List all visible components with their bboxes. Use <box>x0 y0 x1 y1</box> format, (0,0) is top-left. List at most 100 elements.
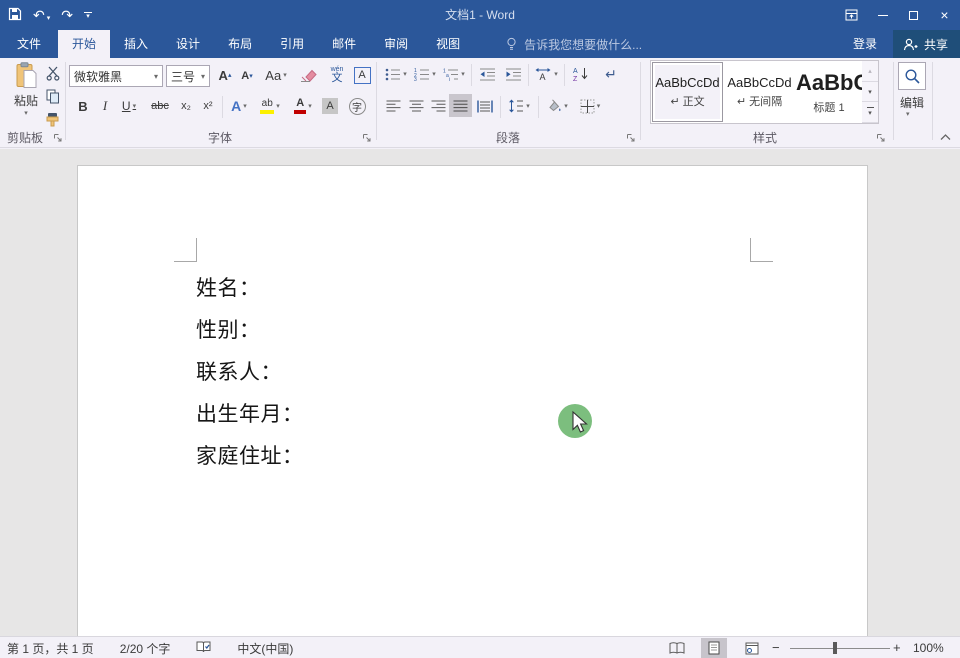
eraser-icon <box>300 68 317 83</box>
style-normal[interactable]: AaBbCcDd ↵ 正文 <box>652 62 723 122</box>
italic-button[interactable]: I <box>98 97 112 115</box>
cut-button[interactable] <box>44 64 62 82</box>
align-right-button[interactable] <box>428 96 448 116</box>
doc-line-name: 姓名： <box>196 272 261 302</box>
share-button[interactable]: 共享 <box>893 30 960 58</box>
numbering-button[interactable]: 123 <box>412 65 438 83</box>
tab-references[interactable]: 引用 <box>266 30 318 58</box>
sign-in-button[interactable]: 登录 <box>853 30 877 58</box>
copy-button[interactable] <box>44 87 62 105</box>
down-arrow-icon: ▾ <box>249 72 253 80</box>
read-mode-button[interactable] <box>664 638 690 658</box>
strikethrough-button[interactable]: abc <box>148 97 172 115</box>
tell-me-box[interactable]: 告诉我您想要做什么... <box>506 30 642 58</box>
ribbon-display-options-button[interactable] <box>836 0 867 30</box>
character-scaling-icon: A <box>534 67 552 81</box>
increase-indent-button[interactable] <box>502 65 524 83</box>
show-hide-marks-button[interactable]: ↵ <box>600 64 622 84</box>
proofing-status[interactable] <box>196 640 211 656</box>
editing-dropdown-arrow[interactable]: ▾ <box>906 110 910 118</box>
borders-icon <box>580 99 595 114</box>
text-effects-button[interactable]: A <box>227 97 251 115</box>
sort-icon: AZ <box>573 66 589 82</box>
font-name-combo[interactable]: 微软雅黑▾ <box>69 65 163 87</box>
character-border-button[interactable]: A <box>352 65 372 85</box>
tab-view[interactable]: 视图 <box>422 30 474 58</box>
document-page[interactable]: 姓名： 性别： 联系人： 出生年月： 家庭住址： <box>77 165 868 636</box>
styles-dialog-launcher[interactable] <box>876 132 888 144</box>
editing-group-label[interactable]: 编辑 <box>890 94 934 111</box>
shrink-font-button[interactable]: A▾ <box>238 67 256 85</box>
page-number-status[interactable]: 第 1 页，共 1 页 <box>7 640 94 657</box>
tab-file[interactable]: 文件 <box>0 30 58 58</box>
find-button[interactable] <box>898 62 926 90</box>
font-size-combo[interactable]: 三号▾ <box>166 65 210 87</box>
zoom-in-button[interactable]: + <box>893 637 901 658</box>
bullets-button[interactable] <box>383 65 409 83</box>
zoom-slider-track[interactable] <box>790 648 890 649</box>
language-status[interactable]: 中文(中国) <box>237 640 293 657</box>
style-no-spacing[interactable]: AaBbCcDd ↵ 无间隔 <box>725 62 794 122</box>
minimize-icon <box>878 15 888 16</box>
line-spacing-button[interactable] <box>505 96 533 116</box>
shading-button[interactable] <box>543 96 571 116</box>
mouse-cursor <box>567 408 589 437</box>
font-color-button[interactable]: A <box>290 96 316 116</box>
svg-text:A: A <box>573 68 578 75</box>
decrease-indent-button[interactable] <box>476 65 498 83</box>
print-layout-button[interactable] <box>701 638 727 658</box>
underline-button[interactable]: U <box>116 97 142 115</box>
borders-button[interactable] <box>576 96 604 116</box>
share-person-icon <box>903 38 918 51</box>
close-button[interactable]: × <box>929 0 960 30</box>
align-left-button[interactable] <box>383 96 403 116</box>
tab-insert[interactable]: 插入 <box>110 30 162 58</box>
phonetic-guide-button[interactable]: wén 文 <box>326 62 348 88</box>
tab-design[interactable]: 设计 <box>162 30 214 58</box>
tab-layout[interactable]: 布局 <box>214 30 266 58</box>
align-center-button[interactable] <box>406 96 426 116</box>
tab-review[interactable]: 审阅 <box>370 30 422 58</box>
multilevel-list-button[interactable]: 1ai <box>441 65 467 83</box>
web-layout-button[interactable] <box>739 638 765 658</box>
paragraph-dialog-launcher[interactable] <box>626 132 638 144</box>
window-controls: × <box>836 0 960 30</box>
document-area: 姓名： 性别： 联系人： 出生年月： 家庭住址： <box>0 149 960 636</box>
zoom-slider-thumb[interactable] <box>833 642 837 654</box>
font-group-label: 字体 <box>70 130 370 146</box>
clipboard-dialog-launcher[interactable] <box>53 132 65 144</box>
minimize-button[interactable] <box>867 0 898 30</box>
style-heading-1[interactable]: AaBbCcDd 标题 1 <box>796 62 862 122</box>
character-scaling-button[interactable]: A <box>532 65 560 83</box>
styles-scroll-down-button[interactable]: ▾ <box>862 82 878 103</box>
zoom-out-button[interactable]: − <box>772 637 780 658</box>
paint-bucket-icon <box>546 99 562 113</box>
margin-mark-right <box>750 238 751 262</box>
character-shading-button[interactable]: A <box>320 97 340 115</box>
enclose-characters-button[interactable]: 字 <box>346 97 368 115</box>
zoom-level[interactable]: 100% <box>913 637 944 658</box>
superscript-button[interactable]: x² <box>198 97 218 115</box>
paste-button[interactable]: 粘贴 ▾ <box>8 62 44 128</box>
tab-mailings[interactable]: 邮件 <box>318 30 370 58</box>
distribute-button[interactable] <box>474 96 496 116</box>
bold-button[interactable]: B <box>74 97 92 115</box>
format-painter-button[interactable] <box>44 110 62 128</box>
change-case-button[interactable]: Aa <box>262 65 290 85</box>
grow-font-button[interactable]: A▴ <box>215 65 235 85</box>
maximize-button[interactable] <box>898 0 929 30</box>
sort-button[interactable]: AZ <box>569 64 593 84</box>
clear-formatting-button[interactable] <box>298 65 318 85</box>
subscript-button[interactable]: x₂ <box>176 97 196 115</box>
collapse-ribbon-button[interactable] <box>940 130 951 144</box>
text-highlight-button[interactable]: ab <box>256 96 284 116</box>
decrease-indent-icon <box>479 68 496 81</box>
word-count-status[interactable]: 2/20 个字 <box>120 640 171 657</box>
justify-button[interactable] <box>449 94 472 117</box>
styles-scroll-up-button[interactable]: ▴ <box>862 61 878 82</box>
copy-icon <box>46 89 60 104</box>
styles-more-button[interactable]: ▾ <box>862 102 878 123</box>
up-arrow-icon: ▴ <box>228 71 232 79</box>
tab-home[interactable]: 开始 <box>58 30 110 58</box>
font-dialog-launcher[interactable] <box>362 132 374 144</box>
